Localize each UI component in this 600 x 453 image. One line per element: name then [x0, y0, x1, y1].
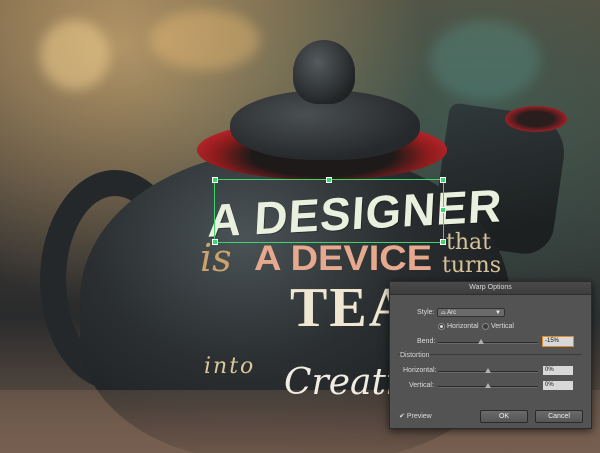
- background-light: [150, 10, 260, 70]
- selection-handle[interactable]: [326, 177, 332, 183]
- chevron-down-icon: ▼: [495, 310, 501, 316]
- vertical-radio[interactable]: [482, 323, 489, 330]
- selection-handle[interactable]: [440, 239, 446, 245]
- style-value: Arc: [447, 310, 457, 316]
- text-that[interactable]: that: [446, 230, 491, 255]
- text-into[interactable]: into: [204, 354, 255, 379]
- horizontal-radio[interactable]: [438, 323, 445, 330]
- teapot-spout-tip: [505, 106, 567, 132]
- vertical-distortion-thumb[interactable]: [485, 383, 491, 388]
- selection-handle[interactable]: [440, 207, 446, 213]
- distortion-label: Distortion: [400, 352, 430, 359]
- vertical-radio-label[interactable]: Vertical: [491, 323, 514, 330]
- bend-slider-thumb[interactable]: [477, 339, 484, 344]
- dialog-title[interactable]: Warp Options: [390, 282, 591, 295]
- selection-handle[interactable]: [212, 239, 218, 245]
- selection-bounding-box[interactable]: [212, 177, 446, 245]
- horizontal-radio-label[interactable]: Horizontal: [447, 323, 479, 330]
- bend-value-field[interactable]: -15%: [542, 336, 574, 347]
- horizontal-distortion-label: Horizontal:: [403, 367, 437, 374]
- style-label: Style:: [417, 309, 435, 316]
- checkmark-icon: ✔: [399, 413, 405, 420]
- arc-icon: ⌓: [441, 310, 446, 316]
- teapot-knob: [293, 40, 355, 104]
- preview-label: Preview: [406, 413, 432, 420]
- text-turns[interactable]: turns: [442, 253, 501, 278]
- horizontal-distortion-thumb[interactable]: [485, 368, 491, 373]
- text-a-device[interactable]: A DEVICE: [254, 240, 432, 280]
- warp-options-dialog: Warp Options Style: ⌓ Arc ▼ Horizontal V…: [389, 281, 592, 429]
- background-light: [40, 20, 110, 90]
- selection-handle[interactable]: [440, 177, 446, 183]
- vertical-distortion-field[interactable]: 0%: [543, 381, 573, 390]
- background-light: [430, 20, 540, 100]
- ok-button[interactable]: OK: [480, 410, 528, 423]
- preview-checkbox[interactable]: ✔ Preview: [399, 412, 432, 420]
- vertical-distortion-label: Vertical:: [409, 382, 434, 389]
- bend-label: Bend:: [417, 338, 436, 345]
- cancel-button[interactable]: Cancel: [535, 410, 583, 423]
- bend-slider-track[interactable]: [438, 342, 538, 344]
- style-dropdown[interactable]: ⌓ Arc ▼: [437, 308, 505, 317]
- horizontal-distortion-field[interactable]: 0%: [543, 366, 573, 375]
- selection-handle[interactable]: [212, 177, 218, 183]
